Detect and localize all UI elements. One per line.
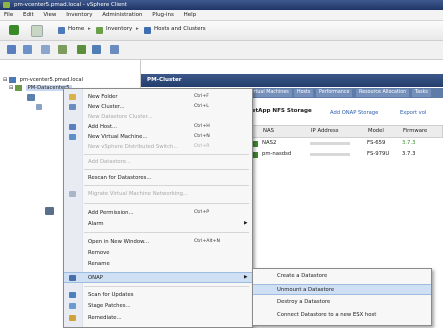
- menu-alarm[interactable]: Alarm ▶: [64, 219, 252, 229]
- tab-performance[interactable]: Performance: [316, 89, 353, 97]
- add-storage-link[interactable]: Add ONAP Storage: [330, 110, 378, 116]
- submenu-unmount-datastore[interactable]: Unmount a Datastore: [253, 284, 431, 295]
- submenu-create-datastore[interactable]: Create a Datastore: [253, 271, 431, 282]
- menu-add-host[interactable]: Add Host... Ctrl+H: [64, 122, 252, 132]
- menu-separator: [84, 154, 249, 155]
- menu-add-datastore[interactable]: Add Datastore...: [64, 157, 252, 167]
- scan-icon: [69, 292, 76, 298]
- menu-new-distributed-switch[interactable]: New vSphere Distributed Switch... Ctrl+R: [64, 142, 252, 152]
- toolbar-cluster-icon[interactable]: [58, 45, 67, 54]
- onap-icon: [69, 275, 76, 281]
- menu-inventory[interactable]: Inventory: [62, 10, 96, 20]
- menu-bar: File Edit View Inventory Administration …: [0, 10, 443, 21]
- tab-resource-allocation[interactable]: Resource Allocation: [356, 89, 410, 97]
- vcenter-icon: [9, 76, 17, 83]
- breadcrumb-inventory[interactable]: Inventory: [106, 26, 132, 32]
- ip-value: [310, 153, 350, 156]
- menu-separator: [84, 185, 249, 186]
- menu-scan-updates[interactable]: Scan for Updates: [64, 290, 252, 300]
- menu-rescan-datastores[interactable]: Rescan for Datastores...: [64, 173, 252, 183]
- tab-strip: Virtual Machines Hosts Performance Resou…: [240, 88, 443, 98]
- col-nas[interactable]: NAS: [263, 126, 274, 137]
- toolbar-settings-icon[interactable]: [110, 45, 119, 54]
- hosts-clusters-icon: [144, 27, 151, 34]
- menu-rename[interactable]: Rename: [64, 259, 252, 269]
- host-node-icon[interactable]: [45, 207, 54, 215]
- nas-table: NAS IP Address Model Firmware NAS2 FS-65…: [247, 125, 443, 160]
- back-icon[interactable]: [9, 25, 19, 35]
- menu-stage-patches[interactable]: Stage Patches...: [64, 301, 252, 311]
- menu-separator: [84, 169, 249, 170]
- menu-add-permission[interactable]: Add Permission... Ctrl+P: [64, 208, 252, 218]
- menu-new-cluster[interactable]: New Cluster... Ctrl+L: [64, 102, 252, 112]
- col-model[interactable]: Model: [368, 126, 384, 137]
- folder-icon: [69, 94, 76, 100]
- section-title: NetApp NFS Storage: [247, 108, 312, 114]
- menu-onap[interactable]: ONAP ▶: [64, 272, 252, 283]
- menu-migrate-networking[interactable]: Migrate Virtual Machine Networking...: [64, 189, 252, 199]
- menu-remove[interactable]: Remove: [64, 248, 252, 258]
- forward-icon[interactable]: [31, 25, 43, 37]
- context-menu: New Folder Ctrl+F New Cluster... Ctrl+L …: [63, 88, 253, 328]
- cluster-icon: [69, 104, 76, 110]
- onap-submenu: Create a Datastore Unmount a Datastore D…: [252, 268, 432, 326]
- cluster-node-icon[interactable]: [27, 94, 35, 101]
- panel-header: PM-Cluster: [141, 74, 443, 87]
- col-ip[interactable]: IP Address: [311, 126, 339, 137]
- menu-new-datastore-cluster[interactable]: New Datastore Cluster...: [64, 112, 252, 122]
- menu-administration[interactable]: Administration: [98, 10, 146, 20]
- menu-view[interactable]: View: [39, 10, 60, 20]
- submenu-connect-datastore[interactable]: Connect Datastore to a new ESX host: [253, 310, 431, 321]
- table-header: NAS IP Address Model Firmware: [247, 125, 443, 138]
- host-node-icon[interactable]: [36, 104, 42, 110]
- expand-icon[interactable]: ⊟: [3, 77, 7, 83]
- menu-separator: [84, 203, 249, 204]
- menu-new-virtual-machine[interactable]: New Virtual Machine... Ctrl+N: [64, 132, 252, 142]
- breadcrumb-separator: ▸: [88, 26, 91, 32]
- breadcrumb-home[interactable]: Home: [68, 26, 84, 32]
- menu-separator: [84, 286, 249, 287]
- vm-icon: [69, 134, 76, 140]
- app-logo-icon: [3, 2, 10, 8]
- window-title-bar: pm-vcenter5.pmad.local - vSphere Client: [0, 0, 443, 10]
- toolbar-datastore-icon[interactable]: [77, 45, 86, 54]
- network-icon: [69, 191, 76, 197]
- table-row[interactable]: pm-nasdsd FS-979U 3.7.3: [247, 149, 443, 160]
- export-link[interactable]: Export vol: [400, 110, 426, 116]
- menu-help[interactable]: Help: [180, 10, 201, 20]
- menu-separator: [84, 232, 249, 233]
- table-row[interactable]: NAS2 FS-659 3.7.3: [247, 138, 443, 149]
- breadcrumb-separator: ▸: [136, 26, 139, 32]
- menu-edit[interactable]: Edit: [19, 10, 38, 20]
- ip-value: [310, 142, 350, 145]
- menu-plugins[interactable]: Plug-ins: [148, 10, 178, 20]
- tab-tasks[interactable]: Tasks: [412, 89, 431, 97]
- submenu-destroy-datastore[interactable]: Destroy a Datastore: [253, 297, 431, 308]
- tab-hosts[interactable]: Hosts: [294, 89, 314, 97]
- expand-icon[interactable]: ⊟: [9, 85, 13, 91]
- datacenter-icon: [15, 84, 23, 91]
- submenu-arrow-icon: ▶: [244, 275, 248, 280]
- menu-file[interactable]: File: [0, 10, 17, 20]
- toolbar-network-icon[interactable]: [92, 45, 101, 54]
- submenu-arrow-icon: ▶: [244, 221, 248, 226]
- col-firmware[interactable]: Firmware: [403, 126, 427, 137]
- add-host-icon: [69, 124, 76, 130]
- tree-root[interactable]: ⊟ pm-vcenter5.pmad.local: [3, 76, 83, 84]
- remediate-icon: [69, 315, 76, 321]
- toolbar-vm-icon[interactable]: [23, 45, 32, 54]
- stage-icon: [69, 303, 76, 309]
- menu-open-new-window[interactable]: Open in New Window... Ctrl+Alt+N: [64, 237, 252, 247]
- menu-new-folder[interactable]: New Folder Ctrl+F: [64, 92, 252, 102]
- window-title: pm-vcenter5.pmad.local - vSphere Client: [14, 2, 127, 8]
- navigation-bar: [0, 21, 443, 41]
- toolbar-folder-icon[interactable]: [41, 45, 50, 54]
- menu-remediate[interactable]: Remediate...: [64, 313, 252, 323]
- home-icon[interactable]: [58, 27, 65, 34]
- breadcrumb-hosts-clusters[interactable]: Hosts and Clusters: [154, 26, 206, 32]
- toolbar-host-icon[interactable]: [7, 45, 16, 54]
- inventory-icon: [96, 27, 103, 34]
